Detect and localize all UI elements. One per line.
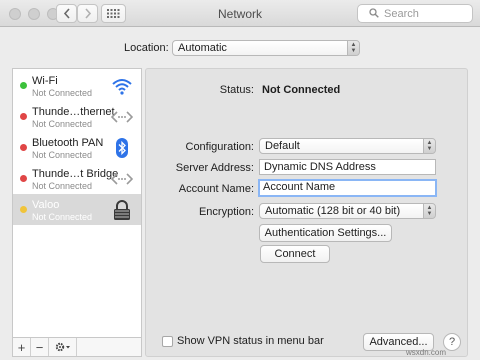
service-item-valoo[interactable]: Valoo Not Connected <box>13 194 141 225</box>
configuration-select[interactable]: Default ▲ ▼ <box>259 138 436 154</box>
select-stepper-icon: ▲ ▼ <box>423 204 435 218</box>
select-stepper-icon: ▲ ▼ <box>423 139 435 153</box>
search-icon <box>369 8 379 18</box>
forward-button[interactable] <box>77 4 98 23</box>
status-dot <box>20 82 27 89</box>
show-vpn-status-checkbox[interactable] <box>162 336 173 347</box>
service-list[interactable]: Wi-Fi Not Connected Thunde…thernet Not C… <box>12 68 142 338</box>
service-item-thunderbolt-bridge[interactable]: Thunde…t Bridge Not Connected <box>13 163 141 194</box>
service-status: Not Connected <box>32 212 93 222</box>
service-name: Valoo <box>32 199 60 211</box>
back-button[interactable] <box>56 4 77 23</box>
service-name: Wi-Fi <box>32 75 58 87</box>
forward-chevron-icon <box>84 8 91 19</box>
back-chevron-icon <box>63 8 70 19</box>
wifi-icon <box>112 79 132 95</box>
service-status: Not Connected <box>32 88 93 98</box>
vpn-lock-icon <box>114 200 130 220</box>
configuration-label: Configuration: <box>185 141 255 153</box>
status-dot <box>20 206 27 213</box>
service-list-toolbar: + − <box>12 338 142 357</box>
select-stepper-icon: ▲ ▼ <box>347 41 359 55</box>
server-address-field[interactable]: Dynamic DNS Address <box>259 159 436 175</box>
service-status: Not Connected <box>32 150 93 160</box>
encryption-value: Automatic (128 bit or 40 bit) <box>265 205 401 217</box>
server-address-label: Server Address: <box>175 162 254 174</box>
service-name: Thunde…t Bridge <box>32 168 119 180</box>
service-item-bluetooth-pan[interactable]: Bluetooth PAN Not Connected <box>13 132 141 163</box>
location-label: Location: <box>124 42 169 54</box>
encryption-label: Encryption: <box>198 206 254 218</box>
show-vpn-status-label: Show VPN status in menu bar <box>177 335 324 347</box>
status-dot <box>20 175 27 182</box>
service-item-thunderbolt-ethernet[interactable]: Thunde…thernet Not Connected <box>13 101 141 132</box>
service-item-wifi[interactable]: Wi-Fi Not Connected <box>13 70 141 101</box>
search-field[interactable]: Search <box>357 4 473 23</box>
connect-button[interactable]: Connect <box>260 245 330 263</box>
remove-service-button[interactable]: − <box>31 338 49 356</box>
status-dot <box>20 113 27 120</box>
close-window-button[interactable] <box>9 8 21 20</box>
service-status: Not Connected <box>32 181 93 191</box>
status-dot <box>20 144 27 151</box>
status-label: Status: <box>219 84 254 96</box>
status-value: Not Connected <box>262 84 341 96</box>
encryption-select[interactable]: Automatic (128 bit or 40 bit) ▲ ▼ <box>259 203 436 219</box>
account-name-field[interactable]: Account Name <box>258 179 437 197</box>
show-all-button[interactable] <box>101 4 126 23</box>
location-select[interactable]: Automatic ▲ ▼ <box>172 40 360 56</box>
service-actions-button[interactable] <box>49 338 77 356</box>
account-name-label: Account Name: <box>178 183 254 195</box>
add-service-button[interactable]: + <box>13 338 31 356</box>
location-value: Automatic <box>178 42 227 54</box>
search-placeholder: Search <box>384 7 419 20</box>
authentication-settings-button[interactable]: Authentication Settings... <box>259 224 392 242</box>
watermark: wsxdn.com <box>406 348 447 357</box>
service-name: Thunde…thernet <box>32 106 115 118</box>
title-bar: Network Search <box>0 0 480 27</box>
ethernet-arrows-icon <box>111 111 133 123</box>
gear-icon <box>55 342 70 352</box>
service-status: Not Connected <box>32 119 93 129</box>
service-name: Bluetooth PAN <box>32 137 104 149</box>
grid-icon <box>107 9 120 18</box>
bluetooth-icon <box>116 138 128 158</box>
configuration-value: Default <box>265 140 300 152</box>
minimize-window-button[interactable] <box>28 8 40 20</box>
ethernet-arrows-icon <box>111 173 133 185</box>
